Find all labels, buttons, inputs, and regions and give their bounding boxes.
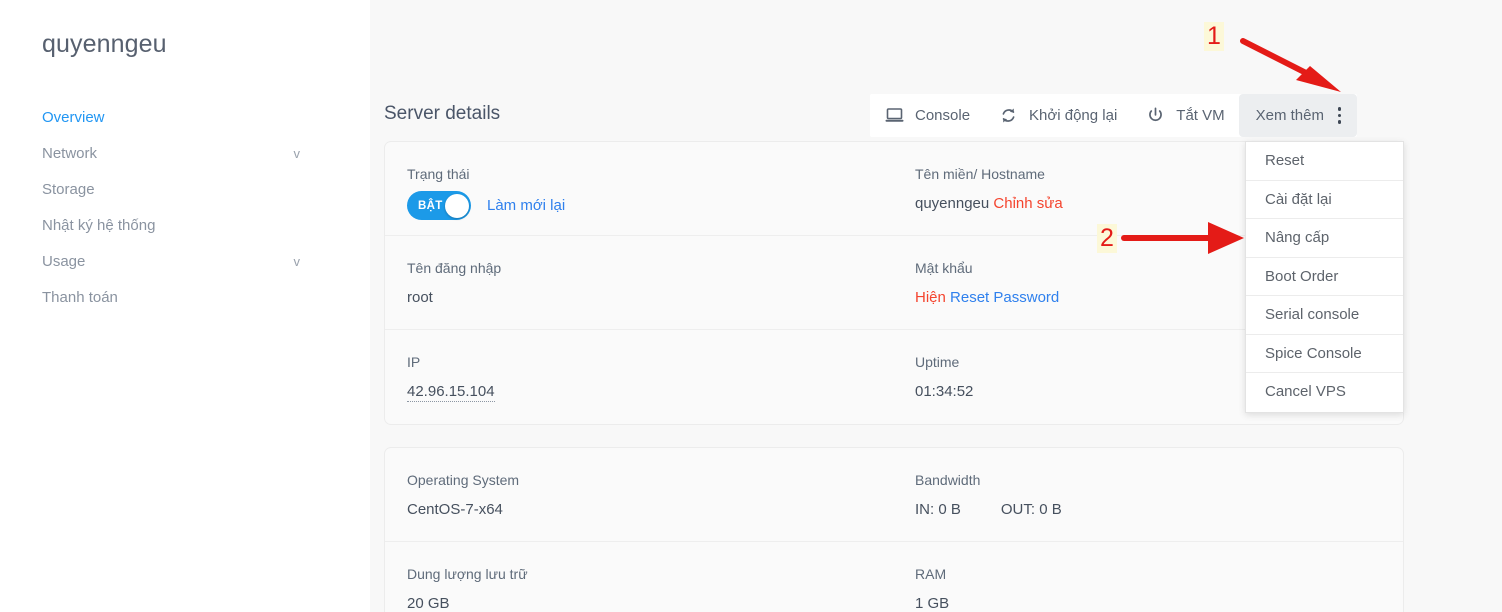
sidebar-item-overview[interactable]: Overview <box>42 100 310 136</box>
hostname-value: quyenngeu <box>915 195 990 212</box>
os-bandwidth-row: Operating System CentOS-7-x64 Bandwidth … <box>385 448 1403 542</box>
uptime-value: 01:34:52 <box>915 383 974 400</box>
menu-item-serial-console[interactable]: Serial console <box>1246 296 1403 335</box>
sidebar-item-label: Overview <box>42 109 105 126</box>
username-value: root <box>407 289 433 306</box>
chevron-down-icon: v <box>293 146 301 161</box>
sidebar-item-usage[interactable]: Usage v <box>42 244 310 280</box>
sidebar: quyenngeu Overview Network v Storage Nhậ… <box>0 0 370 612</box>
restart-button[interactable]: Khởi động lại <box>984 94 1131 137</box>
status-controls: BẬT Làm mới lại <box>407 191 565 220</box>
password-label: Mật khẩu <box>915 260 973 276</box>
ram-value: 1 GB <box>915 595 950 612</box>
refresh-icon <box>998 106 1018 126</box>
ip-value-wrap: 42.96.15.104 <box>407 383 495 402</box>
restart-label: Khởi động lại <box>1029 107 1118 124</box>
server-action-toolbar: Console Khởi động lại Tắt VM Xem thêm <box>870 94 1358 137</box>
menu-item-cancel-vps[interactable]: Cancel VPS <box>1246 373 1403 412</box>
ip-value[interactable]: 42.96.15.104 <box>407 383 495 402</box>
storage-value: 20 GB <box>407 595 450 612</box>
menu-item-reinstall[interactable]: Cài đặt lại <box>1246 181 1403 219</box>
console-button[interactable]: Console <box>870 94 984 137</box>
menu-item-reset[interactable]: Reset <box>1246 142 1403 181</box>
os-value: CentOS-7-x64 <box>407 501 503 518</box>
status-field: Trạng thái BẬT Làm mới lại <box>407 142 565 220</box>
os-label: Operating System <box>407 472 520 488</box>
annotation-marker-2: 2 <box>1097 224 1117 253</box>
status-label: Trạng thái <box>407 166 470 182</box>
sidebar-item-network[interactable]: Network v <box>42 136 310 172</box>
sidebar-item-label: Usage <box>42 253 86 270</box>
brand-title: quyenngeu <box>42 30 167 58</box>
uptime-label: Uptime <box>915 354 960 370</box>
username-label: Tên đăng nhập <box>407 260 502 276</box>
more-actions-label: Xem thêm <box>1255 107 1324 124</box>
storage-ram-row: Dung lượng lưu trữ 20 GB RAM 1 GB <box>385 542 1403 612</box>
ip-label: IP <box>407 354 421 370</box>
storage-label: Dung lượng lưu trữ <box>407 566 528 582</box>
power-toggle[interactable]: BẬT <box>407 191 471 220</box>
uptime-field: Uptime 01:34:52 <box>915 330 973 400</box>
laptop-icon <box>884 106 904 126</box>
show-password-link[interactable]: Hiện <box>915 289 946 306</box>
app-root: quyenngeu Overview Network v Storage Nhậ… <box>0 0 1502 612</box>
ip-field: IP 42.96.15.104 <box>407 330 495 402</box>
password-actions: Hiện Reset Password <box>915 289 1059 306</box>
power-toggle-label: BẬT <box>418 199 443 212</box>
bandwidth-field: Bandwidth IN: 0 B OUT: 0 B <box>915 448 1062 518</box>
page-title: Server details <box>384 103 501 124</box>
sidebar-item-system-log[interactable]: Nhật ký hệ thống <box>42 208 310 244</box>
more-actions-dropdown: Reset Cài đặt lại Nâng cấp Boot Order Se… <box>1245 141 1404 413</box>
chevron-down-icon: v <box>293 254 301 269</box>
power-icon <box>1145 106 1165 126</box>
menu-item-boot-order[interactable]: Boot Order <box>1246 258 1403 296</box>
hostname-edit-link[interactable]: Chỉnh sửa <box>993 195 1062 212</box>
username-field: Tên đăng nhập root <box>407 236 501 306</box>
sidebar-nav: Overview Network v Storage Nhật ký hệ th… <box>42 100 310 316</box>
sidebar-item-label: Network <box>42 145 98 162</box>
hostname-field: Tên miền/ Hostname quyenngeu Chỉnh sửa <box>915 142 1063 212</box>
storage-field: Dung lượng lưu trữ 20 GB <box>407 542 528 612</box>
bandwidth-in-value: IN: 0 B <box>915 501 961 518</box>
kebab-menu-icon <box>1337 107 1342 124</box>
sidebar-item-billing[interactable]: Thanh toán <box>42 280 310 316</box>
menu-item-upgrade[interactable]: Nâng cấp <box>1246 219 1403 258</box>
refresh-status-link[interactable]: Làm mới lại <box>487 197 565 214</box>
console-label: Console <box>915 107 971 124</box>
menu-item-spice-console[interactable]: Spice Console <box>1246 335 1403 373</box>
hostname-value-row: quyenngeu Chỉnh sửa <box>915 195 1063 212</box>
bandwidth-out-value: OUT: 0 B <box>1000 501 1062 518</box>
sidebar-item-storage[interactable]: Storage <box>42 172 310 208</box>
reset-password-link[interactable]: Reset Password <box>950 289 1059 306</box>
os-field: Operating System CentOS-7-x64 <box>407 448 519 518</box>
shutdown-label: Tắt VM <box>1176 107 1225 124</box>
server-specs-card: Operating System CentOS-7-x64 Bandwidth … <box>384 447 1404 612</box>
shutdown-button[interactable]: Tắt VM <box>1131 94 1238 137</box>
bandwidth-values: IN: 0 B OUT: 0 B <box>915 501 1062 518</box>
hostname-label: Tên miền/ Hostname <box>915 166 1045 182</box>
sidebar-item-label: Thanh toán <box>42 289 118 306</box>
password-field: Mật khẩu Hiện Reset Password <box>915 236 1059 306</box>
sidebar-item-label: Nhật ký hệ thống <box>42 217 156 234</box>
toggle-knob <box>444 193 469 218</box>
more-actions-button[interactable]: Xem thêm <box>1238 94 1358 137</box>
sidebar-item-label: Storage <box>42 181 95 198</box>
main-content: Server details Console Khởi động lại Tắt… <box>370 0 1502 612</box>
annotation-marker-1: 1 <box>1204 22 1224 51</box>
ram-label: RAM <box>915 566 947 582</box>
ram-field: RAM 1 GB <box>915 542 949 612</box>
bandwidth-label: Bandwidth <box>915 472 981 488</box>
